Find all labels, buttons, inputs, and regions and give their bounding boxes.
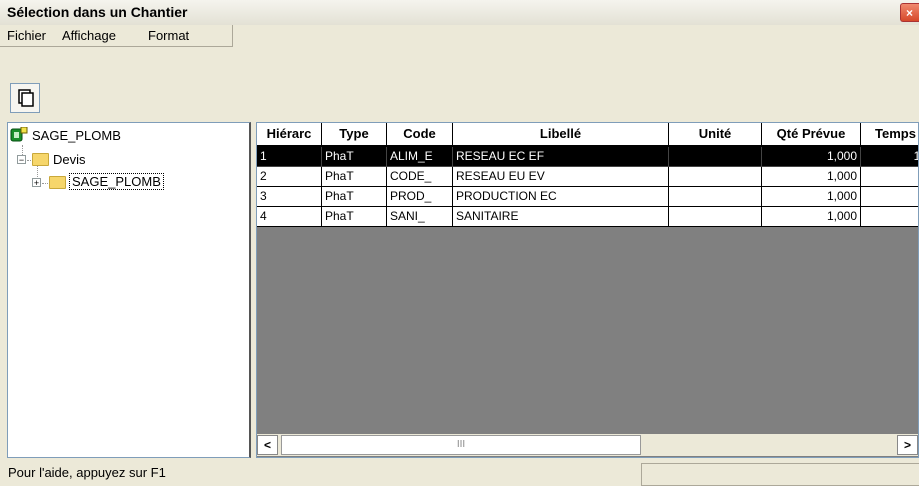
table-cell: 5 — [861, 167, 918, 187]
column-header[interactable]: Code — [387, 123, 453, 147]
status-panel — [641, 463, 919, 486]
column-header[interactable]: Libellé — [453, 123, 669, 147]
data-grid: Hiérarc Type Code Libellé Unité Qté Prévue Tem… — [256, 122, 919, 458]
expand-icon[interactable]: + — [32, 178, 41, 188]
table-cell: PRODUCTION EC — [453, 187, 669, 207]
chevron-right-icon: > — [903, 438, 911, 452]
table-cell: PhaT — [322, 187, 387, 207]
table-cell: 1,000 — [762, 167, 861, 187]
table-cell — [669, 207, 762, 227]
menu-bar: Fichier Affichage Format — [0, 25, 919, 47]
table-cell: 1,000 — [762, 187, 861, 207]
scroll-left-button[interactable]: < — [257, 435, 278, 455]
menu-affichage[interactable]: Affichage — [62, 28, 116, 43]
scroll-thumb[interactable]: III — [281, 435, 641, 455]
table-cell — [669, 187, 762, 207]
table-cell: CODE_ — [387, 167, 453, 187]
table-cell: 12 — [861, 147, 918, 167]
table-cell: 3 — [257, 187, 322, 207]
table-cell: 4 — [257, 207, 322, 227]
grip-icon: III — [456, 439, 466, 450]
table-cell — [669, 147, 762, 167]
table-cell: ALIM_E — [387, 147, 453, 167]
table-row[interactable]: 3PhaTPROD_PRODUCTION EC 1,0001 — [257, 187, 918, 207]
status-text: Pour l'aide, appuyez sur F1 — [8, 465, 166, 480]
grid-header: Hiérarc Type Code Libellé Unité Qté Prévue Tem… — [257, 123, 918, 147]
table-cell: PhaT — [322, 167, 387, 187]
title-bar: Sélection dans un Chantier × — [0, 0, 919, 26]
close-icon: × — [906, 6, 914, 20]
folder-icon — [49, 176, 66, 189]
table-cell: 4 — [861, 207, 918, 227]
horizontal-scrollbar[interactable]: < III > — [257, 434, 918, 456]
table-cell: 1,000 — [762, 147, 861, 167]
chevron-left-icon: < — [263, 438, 271, 452]
table-row[interactable]: 1PhaTALIM_ERESEAU EC EF 1,00012 — [257, 147, 918, 167]
tree-view: SAGE_PLOMB − Devis + SAGE_PLOMB — [7, 122, 251, 458]
copy-icon — [18, 89, 34, 107]
table-cell: SANI_ — [387, 207, 453, 227]
table-row[interactable]: 4PhaTSANI_SANITAIRE1,0004 — [257, 207, 918, 227]
close-button[interactable]: × — [900, 3, 919, 22]
table-cell: PROD_ — [387, 187, 453, 207]
tree-root-label: SAGE_PLOMB — [32, 128, 121, 143]
status-bar: Pour l'aide, appuyez sur F1 — [0, 460, 919, 486]
column-header[interactable]: Hiérarc — [257, 123, 322, 147]
table-cell: 1 — [257, 147, 322, 167]
table-cell: SANITAIRE — [453, 207, 669, 227]
table-cell — [669, 167, 762, 187]
copy-button[interactable] — [10, 83, 40, 113]
table-cell: PhaT — [322, 147, 387, 167]
table-cell: RESEAU EC EF — [453, 147, 669, 167]
table-cell: 1,000 — [762, 207, 861, 227]
column-header[interactable]: Qté Prévue — [762, 123, 861, 147]
tree-item-label: SAGE_PLOMB — [69, 173, 164, 190]
tree-item-label: Devis — [53, 152, 86, 167]
table-row[interactable]: 2PhaTCODE_RESEAU EU EV 1,0005 — [257, 167, 918, 187]
toolbar — [0, 48, 919, 122]
collapse-icon[interactable]: − — [17, 155, 26, 165]
column-header[interactable]: Temps — [861, 123, 918, 147]
table-cell: 2 — [257, 167, 322, 187]
column-header[interactable]: Unité — [669, 123, 762, 147]
table-cell: PhaT — [322, 207, 387, 227]
folder-icon — [32, 153, 49, 166]
menu-group: Fichier Affichage Format — [0, 25, 233, 47]
table-cell: 1 — [861, 187, 918, 207]
menu-format[interactable]: Format — [148, 28, 189, 43]
window-title: Sélection dans un Chantier — [7, 4, 188, 20]
menu-fichier[interactable]: Fichier — [7, 28, 46, 43]
root-node-icon — [10, 127, 28, 142]
scroll-right-button[interactable]: > — [897, 435, 918, 455]
column-header[interactable]: Type — [322, 123, 387, 147]
table-cell: RESEAU EU EV — [453, 167, 669, 187]
